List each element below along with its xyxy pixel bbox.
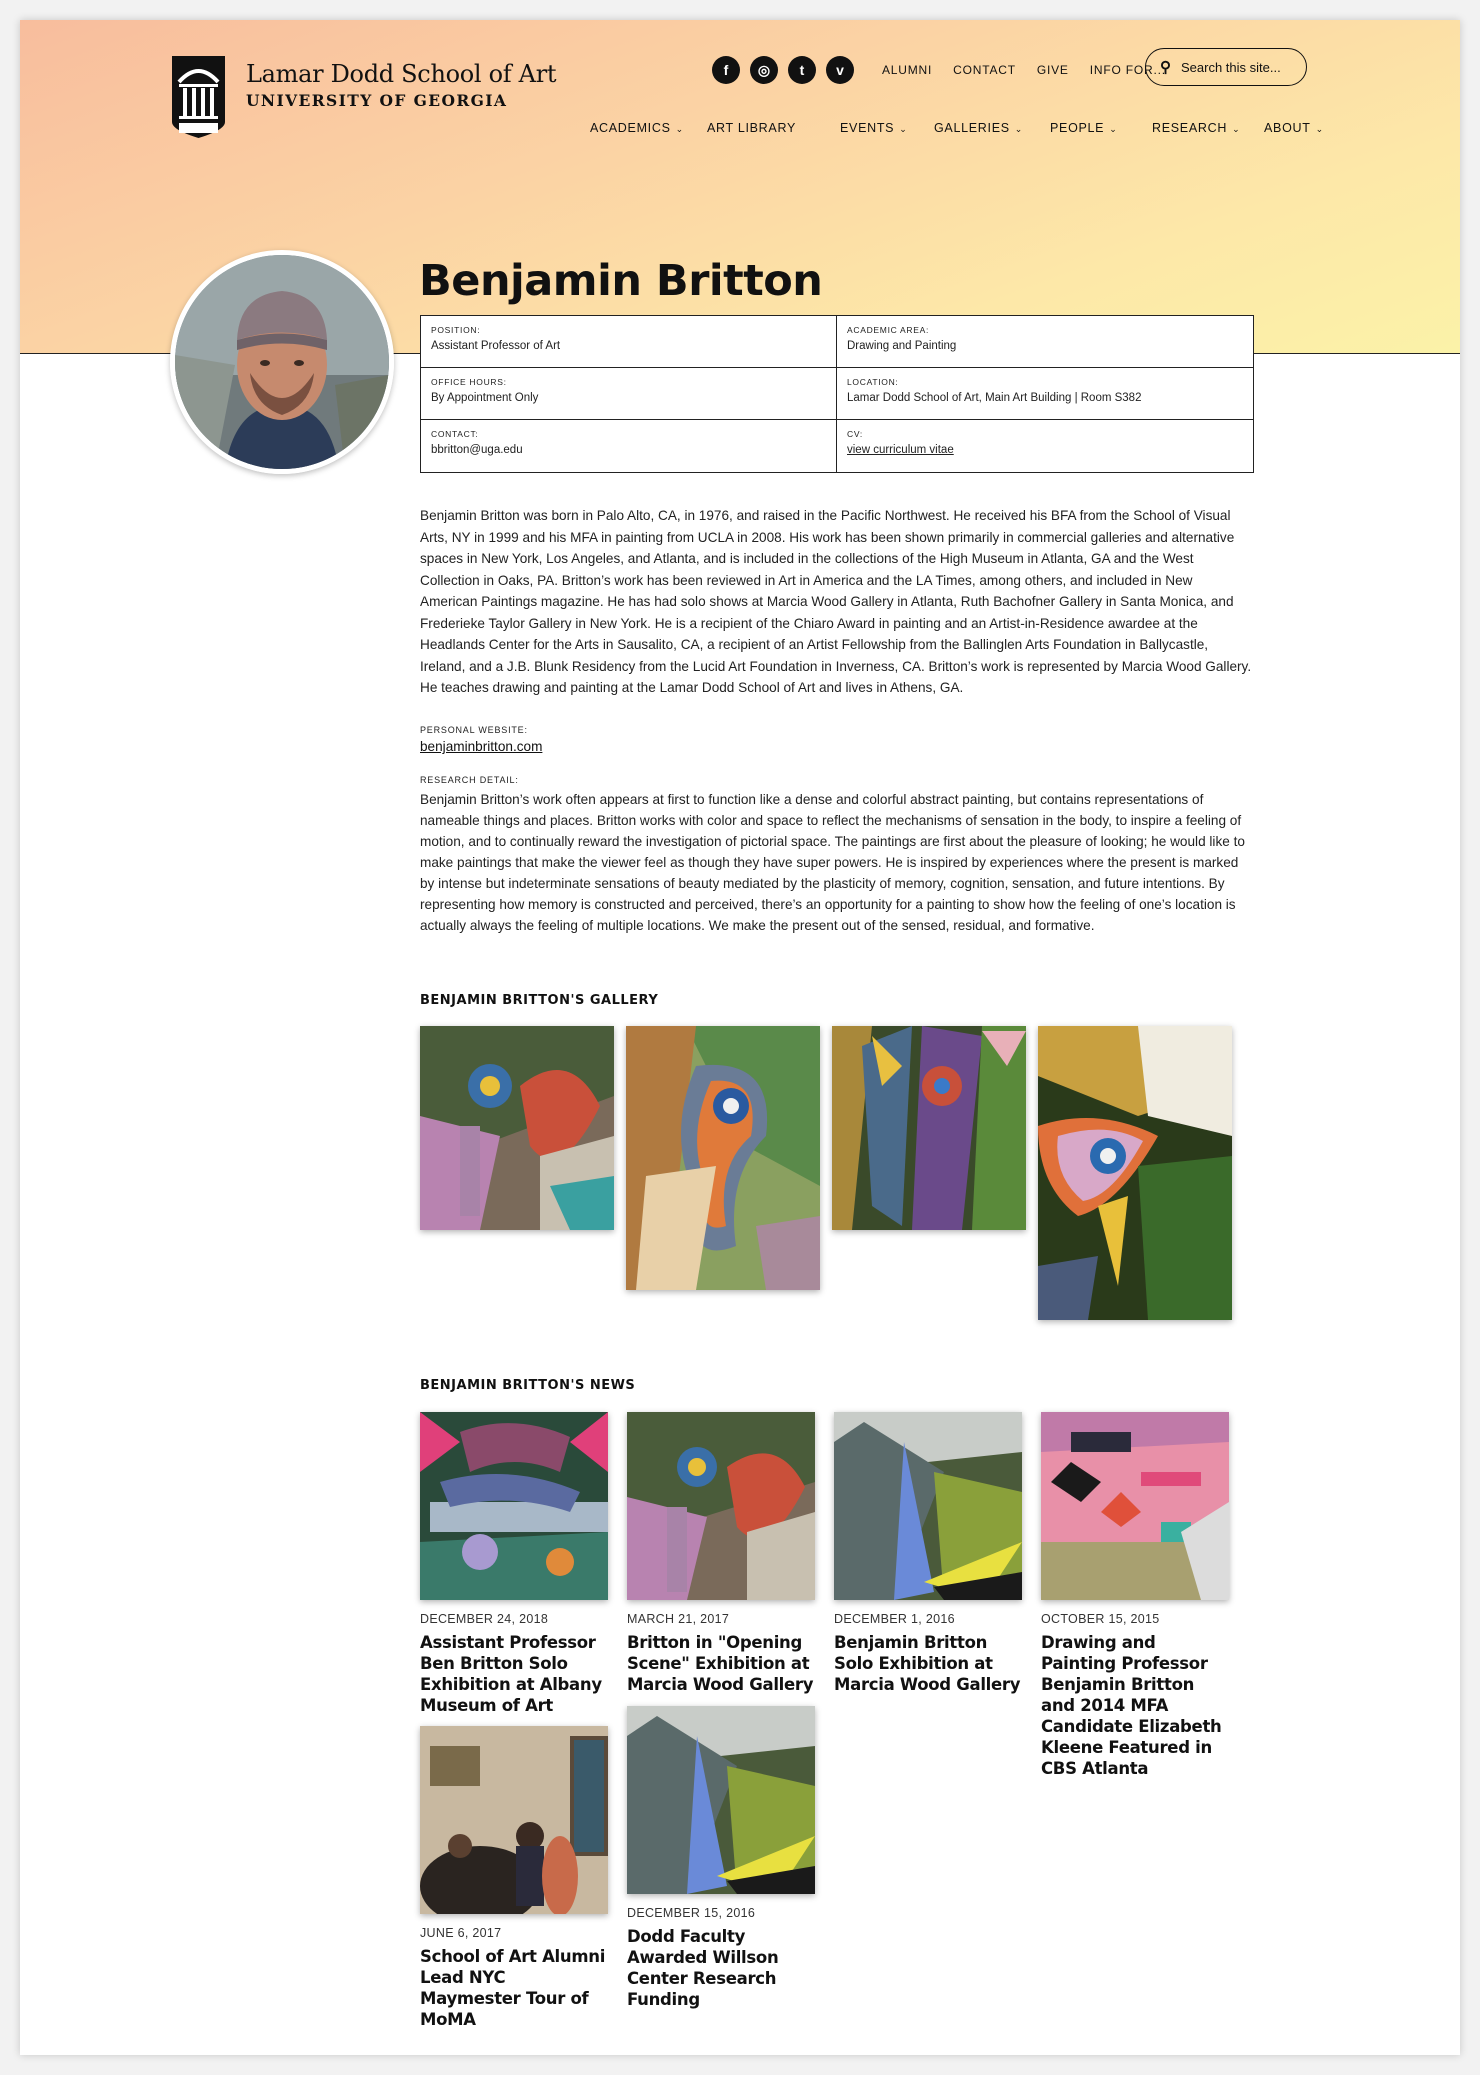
news-item[interactable]: OCTOBER 15, 2015 Drawing and Painting Pr…: [1041, 1412, 1229, 1779]
news-headline[interactable]: Benjamin Britton Solo Exhibition at Marc…: [834, 1632, 1022, 1695]
news-headline[interactable]: Britton in "Opening Scene" Exhibition at…: [627, 1632, 815, 1695]
field-value: Lamar Dodd School of Art, Main Art Build…: [847, 392, 1142, 404]
profile-photo: [170, 250, 394, 474]
news-image[interactable]: [420, 1726, 608, 1914]
website-link[interactable]: benjaminbritton.com: [420, 739, 542, 754]
util-contact-link[interactable]: CONTACT: [953, 63, 1016, 77]
news-image[interactable]: [627, 1412, 815, 1600]
news-item[interactable]: DECEMBER 24, 2018 Assistant Professor Be…: [420, 1412, 608, 1716]
nav-label: ART LIBRARY: [707, 121, 796, 135]
field-label: LOCATION:: [847, 377, 899, 387]
gallery-image[interactable]: [832, 1026, 1026, 1230]
email-link[interactable]: bbritton@uga.edu: [431, 444, 826, 456]
nav-about[interactable]: ABOUT ⌄: [1264, 121, 1324, 135]
uga-arch-icon: [170, 54, 227, 140]
search-box[interactable]: ⚲: [1145, 48, 1307, 86]
research-detail: RESEARCH DETAIL: Benjamin Britton’s work…: [420, 775, 1252, 936]
nav-label: RESEARCH: [1152, 121, 1228, 135]
facebook-icon[interactable]: f: [712, 56, 740, 84]
nav-art-library[interactable]: ART LIBRARY: [707, 121, 796, 135]
university-name: UNIVERSITY OF GEORGIA: [246, 91, 508, 110]
nav-label: GALLERIES: [934, 121, 1010, 135]
field-value: Assistant Professor of Art: [431, 340, 561, 352]
gallery-image[interactable]: [1038, 1026, 1232, 1320]
news-image[interactable]: [834, 1412, 1022, 1600]
nav-label: ABOUT: [1264, 121, 1311, 135]
chevron-down-icon: ⌄: [1232, 124, 1241, 134]
field-value: By Appointment Only: [431, 392, 539, 404]
news-date: DECEMBER 1, 2016: [834, 1612, 955, 1626]
cv-cell: CV: view curriculum vitae: [837, 420, 1253, 472]
news-image[interactable]: [1041, 1412, 1229, 1600]
cv-link[interactable]: view curriculum vitae: [847, 444, 1243, 456]
news-headline[interactable]: Assistant Professor Ben Britton Solo Exh…: [420, 1632, 608, 1716]
site-logo[interactable]: Lamar Dodd School of Art UNIVERSITY OF G…: [170, 54, 557, 140]
school-name: Lamar Dodd School of Art: [246, 60, 557, 88]
profile-name: Benjamin Britton: [419, 256, 823, 306]
news-title: BENJAMIN BRITTON'S NEWS: [420, 1378, 636, 1393]
twitter-icon[interactable]: t: [788, 56, 816, 84]
vimeo-icon[interactable]: v: [826, 56, 854, 84]
news-date: DECEMBER 24, 2018: [420, 1612, 549, 1626]
news-headline[interactable]: Drawing and Painting Professor Benjamin …: [1041, 1632, 1229, 1779]
location-cell: LOCATION: Lamar Dodd School of Art, Main…: [837, 368, 1253, 420]
office-hours-cell: OFFICE HOURS: By Appointment Only: [421, 368, 837, 420]
nav-label: EVENTS: [840, 121, 895, 135]
profile-info-table: POSITION: Assistant Professor of Art ACA…: [420, 315, 1254, 473]
field-label: CONTACT:: [431, 429, 479, 439]
academic-area-cell: ACADEMIC AREA: Drawing and Painting: [837, 316, 1253, 368]
personal-website: PERSONAL WEBSITE: benjaminbritton.com: [420, 725, 542, 754]
gallery-title: BENJAMIN BRITTON'S GALLERY: [420, 993, 659, 1008]
instagram-icon[interactable]: ◎: [750, 56, 778, 84]
field-label: OFFICE HOURS:: [431, 377, 507, 387]
news-headline[interactable]: School of Art Alumni Lead NYC Maymester …: [420, 1946, 608, 2030]
news-date: OCTOBER 15, 2015: [1041, 1612, 1160, 1626]
field-value: Drawing and Painting: [847, 340, 957, 352]
news-image[interactable]: [627, 1706, 815, 1894]
news-date: MARCH 21, 2017: [627, 1612, 730, 1626]
news-date: JUNE 6, 2017: [420, 1926, 502, 1940]
utility-nav: ALUMNI CONTACT GIVE INFO FOR...: [882, 63, 1166, 77]
news-item[interactable]: DECEMBER 1, 2016 Benjamin Britton Solo E…: [834, 1412, 1022, 1695]
nav-research[interactable]: RESEARCH ⌄: [1152, 121, 1240, 135]
nav-label: ACADEMICS: [590, 121, 671, 135]
gallery-image[interactable]: [626, 1026, 820, 1290]
news-item[interactable]: MARCH 21, 2017 Britton in "Opening Scene…: [627, 1412, 815, 1695]
field-label: ACADEMIC AREA:: [847, 325, 930, 335]
social-links: f ◎ t v: [712, 56, 854, 84]
news-date: DECEMBER 15, 2016: [627, 1906, 756, 1920]
research-text: Benjamin Britton’s work often appears at…: [420, 792, 1245, 933]
research-label: RESEARCH DETAIL:: [420, 775, 519, 785]
search-icon[interactable]: ⚲: [1160, 58, 1171, 76]
field-label: POSITION:: [431, 325, 481, 335]
search-input[interactable]: [1179, 58, 1293, 76]
page-frame: Lamar Dodd School of Art UNIVERSITY OF G…: [20, 20, 1460, 2055]
gallery-image[interactable]: [420, 1026, 614, 1230]
chevron-down-icon: ⌄: [675, 124, 684, 134]
nav-people[interactable]: PEOPLE ⌄: [1050, 121, 1117, 135]
news-item[interactable]: JUNE 6, 2017 School of Art Alumni Lead N…: [420, 1726, 608, 2030]
contact-cell: CONTACT: bbritton@uga.edu: [421, 420, 837, 472]
nav-label: PEOPLE: [1050, 121, 1105, 135]
news-item[interactable]: DECEMBER 15, 2016 Dodd Faculty Awarded W…: [627, 1706, 815, 2010]
position-cell: POSITION: Assistant Professor of Art: [421, 316, 837, 368]
field-label: CV:: [847, 429, 863, 439]
chevron-down-icon: ⌄: [1014, 124, 1024, 134]
chevron-down-icon: ⌄: [899, 124, 908, 134]
nav-galleries[interactable]: GALLERIES ⌄: [934, 121, 1023, 135]
nav-academics[interactable]: ACADEMICS ⌄: [590, 121, 684, 135]
bio-text: Benjamin Britton was born in Palo Alto, …: [420, 508, 1252, 695]
chevron-down-icon: ⌄: [1315, 124, 1324, 134]
nav-events[interactable]: EVENTS ⌄: [840, 121, 907, 135]
news-image[interactable]: [420, 1412, 608, 1600]
chevron-down-icon: ⌄: [1109, 124, 1118, 134]
util-alumni-link[interactable]: ALUMNI: [882, 63, 932, 77]
website-label: PERSONAL WEBSITE:: [420, 725, 528, 735]
util-give-link[interactable]: GIVE: [1037, 63, 1069, 77]
news-headline[interactable]: Dodd Faculty Awarded Willson Center Rese…: [627, 1926, 815, 2010]
